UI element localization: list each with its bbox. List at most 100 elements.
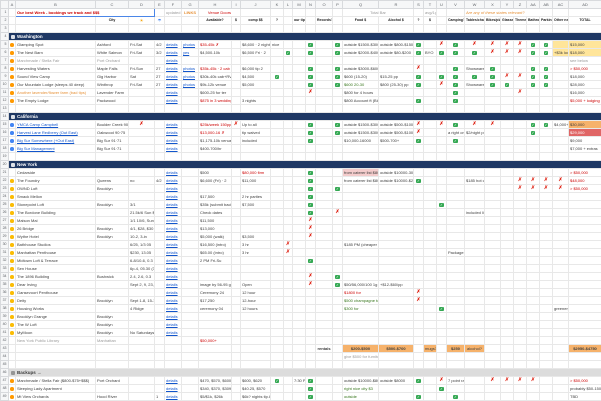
cell[interactable] (514, 393, 527, 401)
cell[interactable] (527, 145, 540, 153)
cell[interactable] (271, 9, 284, 17)
cell[interactable]: ✓ (527, 81, 540, 89)
cell[interactable] (437, 265, 447, 273)
city-cell[interactable]: Lavender Farm (96, 89, 129, 97)
cell[interactable] (316, 65, 333, 73)
cell[interactable]: details (165, 225, 182, 233)
total-cell[interactable] (569, 265, 601, 273)
cell[interactable]: ✓ (306, 73, 316, 81)
cell[interactable] (199, 185, 232, 193)
cell[interactable] (271, 321, 284, 329)
cell[interactable]: ✓ (414, 49, 424, 57)
cell[interactable]: ✗ (306, 217, 316, 225)
cell[interactable] (271, 185, 284, 193)
cell[interactable]: ✗ (540, 177, 553, 185)
venue-name-cell[interactable]: Another lavender/flower farm (bad tips) (16, 89, 96, 97)
cell[interactable]: details (165, 41, 182, 49)
cell[interactable] (155, 145, 165, 153)
cell[interactable] (129, 313, 155, 321)
cell[interactable]: details (165, 209, 182, 217)
cell[interactable] (306, 17, 316, 25)
cell[interactable] (379, 25, 414, 33)
cell[interactable] (540, 241, 553, 249)
cell[interactable] (182, 129, 199, 137)
cell[interactable] (553, 81, 569, 89)
city-cell[interactable] (96, 265, 129, 273)
cell[interactable]: $500-700+ (379, 137, 414, 145)
cell[interactable] (182, 329, 199, 337)
cell[interactable] (165, 361, 182, 369)
cell[interactable] (514, 193, 527, 201)
cell[interactable] (540, 201, 553, 209)
cell[interactable] (485, 321, 501, 329)
cell[interactable] (485, 169, 501, 177)
cell[interactable] (182, 121, 199, 129)
cell[interactable]: Fri-Sat (129, 81, 155, 89)
cell[interactable] (232, 201, 241, 209)
venue-name-cell[interactable]: Our Mountain Lodge (sleeps 40 deep) (16, 81, 96, 89)
cell[interactable] (293, 217, 306, 225)
venue-name-cell[interactable]: Cedarside (16, 169, 96, 177)
section-header[interactable]: California (9, 113, 601, 121)
city-cell[interactable] (96, 193, 129, 201)
cell[interactable] (437, 233, 447, 241)
cell[interactable] (437, 257, 447, 265)
cell[interactable] (379, 241, 414, 249)
venue-name-cell[interactable]: YMCA Camp Campbell (16, 121, 96, 129)
cell[interactable]: $340, $370, $309 (199, 385, 232, 393)
city-cell[interactable]: Brooklyn (96, 233, 129, 241)
cell[interactable]: ✗ (437, 377, 447, 385)
flag-cell[interactable] (9, 313, 16, 321)
cell[interactable] (540, 145, 553, 153)
cell[interactable] (485, 289, 501, 297)
cell[interactable] (447, 305, 465, 313)
cell[interactable]: ✓ (306, 393, 316, 401)
total-cell[interactable]: probably $50-150+ (569, 385, 601, 393)
cell[interactable]: $200-$500 (343, 345, 379, 353)
cell[interactable] (379, 249, 414, 257)
cell[interactable] (424, 121, 437, 129)
cell[interactable] (465, 185, 485, 193)
cell[interactable] (271, 65, 284, 73)
cell[interactable]: Parking (540, 17, 553, 25)
cell[interactable]: outside $2000-$4000 (343, 49, 379, 57)
cell[interactable] (316, 25, 333, 33)
cell[interactable] (485, 89, 501, 97)
venue-name-cell[interactable] (16, 153, 96, 161)
venue-name-cell[interactable]: Our best Week - bookings we track and $$… (16, 9, 155, 17)
cell[interactable] (155, 209, 165, 217)
cell[interactable]: Theme? (514, 17, 527, 25)
cell[interactable]: ✓ (306, 137, 316, 145)
cell[interactable]: ✗ (306, 273, 316, 281)
cell[interactable] (424, 169, 437, 177)
cell[interactable] (232, 281, 241, 289)
cell[interactable]: $185 PM (cheaper PA) (343, 241, 379, 249)
cell[interactable]: $1,175-10k venue (199, 137, 232, 145)
cell[interactable] (379, 225, 414, 233)
cell[interactable] (485, 257, 501, 265)
cell[interactable]: Ceremony 24 (199, 289, 232, 297)
cell[interactable]: Total Bar (343, 9, 414, 17)
cell[interactable] (465, 25, 485, 33)
cell[interactable] (129, 145, 155, 153)
flag-cell[interactable] (9, 201, 16, 209)
cell[interactable] (293, 105, 306, 113)
cell[interactable] (437, 169, 447, 177)
column-letter[interactable]: AC (553, 1, 569, 9)
cell[interactable] (485, 225, 501, 233)
cell[interactable]: ✓ (333, 65, 343, 73)
cell[interactable] (232, 297, 241, 305)
cell[interactable] (514, 313, 527, 321)
cell[interactable] (540, 137, 553, 145)
cell[interactable] (553, 169, 569, 177)
cell[interactable] (129, 105, 155, 113)
flag-cell[interactable] (9, 129, 16, 137)
cell[interactable]: ✗ (437, 41, 447, 49)
cell[interactable] (232, 129, 241, 137)
cell[interactable] (232, 97, 241, 105)
cell[interactable] (155, 225, 165, 233)
cell[interactable]: $4,500-10k (199, 49, 232, 57)
cell[interactable] (540, 385, 553, 393)
row-number[interactable]: 11 (1, 89, 9, 97)
cell[interactable] (284, 257, 293, 265)
